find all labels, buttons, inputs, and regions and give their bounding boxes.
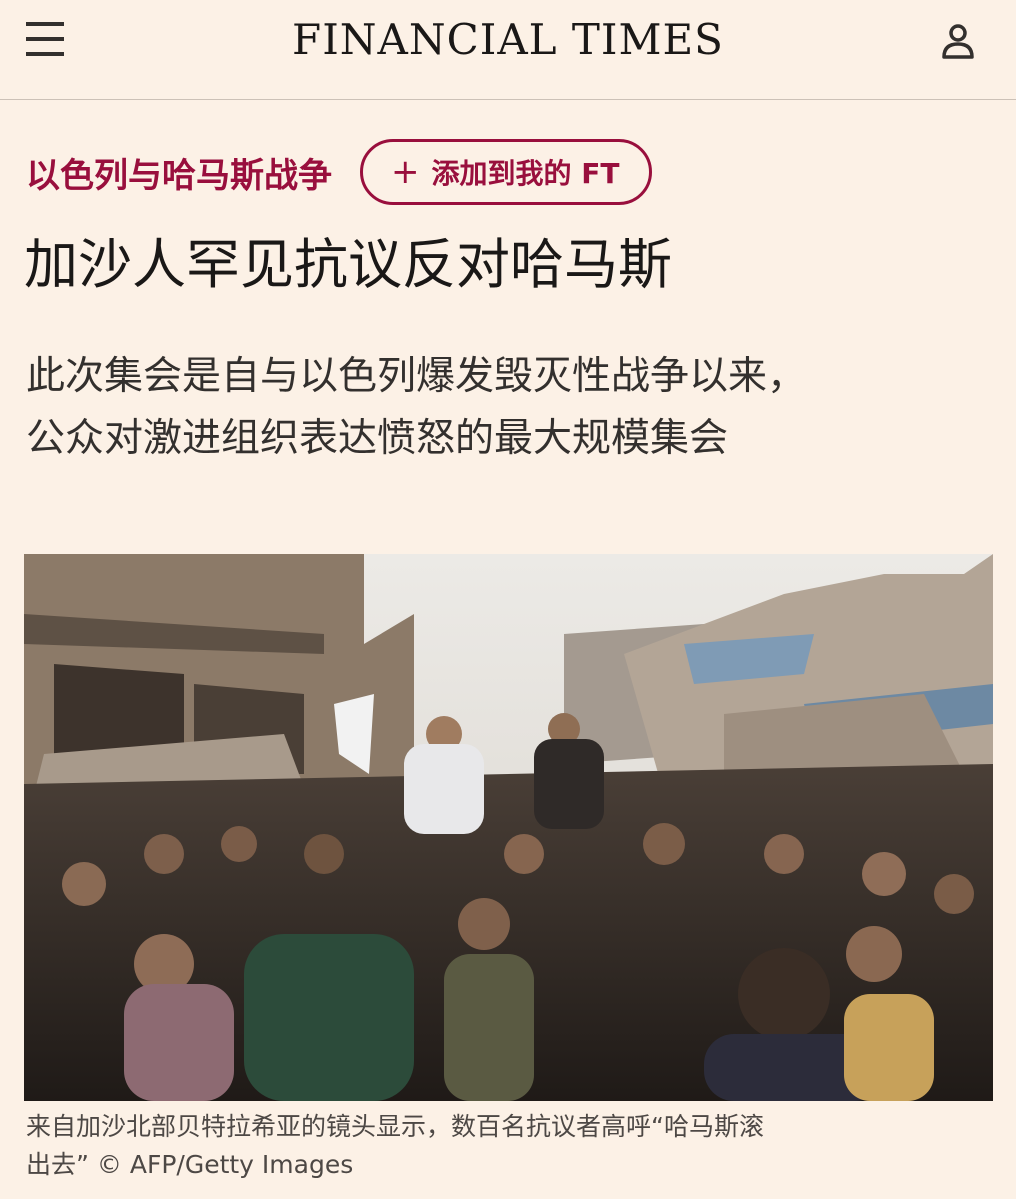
add-to-myft-button[interactable]: + 添加到我的 FT [360,139,653,205]
masthead-logo[interactable]: FINANCIAL TIMES [0,12,1016,68]
image-caption: 来自加沙北部贝特拉希亚的镜头显示，数百名抗议者高呼“哈马斯滚 出去” © AFP… [26,1108,994,1184]
article-headline: 加沙人罕见抗议反对哈马斯 [24,233,672,296]
user-account-icon[interactable] [936,20,980,64]
caption-line: 来自加沙北部贝特拉希亚的镜头显示，数百名抗议者高呼“哈马斯滚 [26,1112,764,1141]
add-to-myft-label: 添加到我的 FT [431,157,620,190]
article-standfirst: 此次集会是自与以色列爆发毁灭性战争以来， 公众对激进组织表达愤怒的最大规模集会 [26,346,986,470]
site-header: FINANCIAL TIMES [0,0,1016,100]
plus-icon: + [391,152,420,192]
caption-line: 出去” © AFP/Getty Images [26,1150,354,1179]
standfirst-line: 公众对激进组织表达愤怒的最大规模集会 [26,416,729,461]
standfirst-line: 此次集会是自与以色列爆发毁灭性战争以来， [26,354,807,399]
topic-row: 以色列与哈马斯战争 + 添加到我的 FT [26,136,653,208]
article-main-image [24,554,993,1101]
topic-link[interactable]: 以色列与哈马斯战争 [26,148,332,197]
